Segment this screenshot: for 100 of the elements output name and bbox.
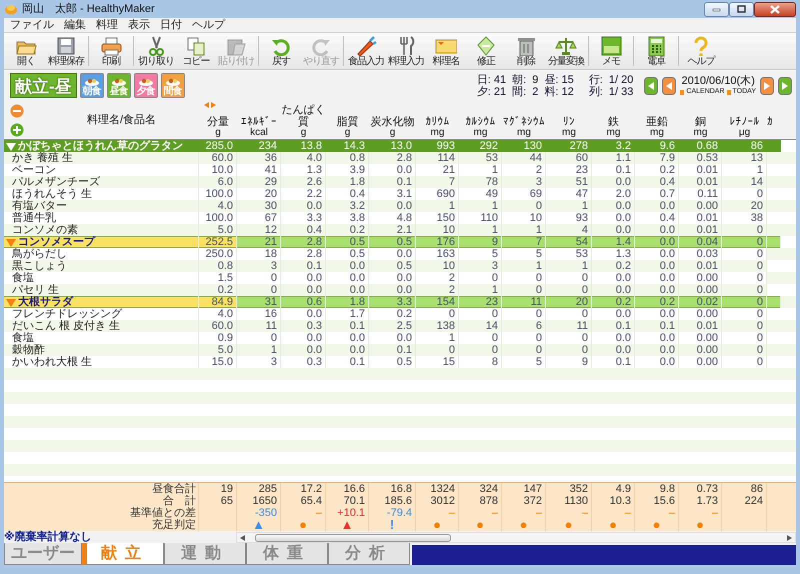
column-header[interactable]: ﾚﾁﾉｰﾙ — [730, 116, 760, 128]
column-header[interactable]: 分量 — [207, 116, 229, 128]
app-icon — [4, 3, 18, 15]
table-cell: 278 — [546, 140, 592, 152]
scroll-left-icon[interactable] — [240, 534, 245, 540]
table-cell: 0 — [722, 260, 767, 272]
table-cell: 3 — [237, 260, 281, 272]
column-header[interactable]: 亜鉛 — [646, 116, 668, 128]
menu-item[interactable]: 日付 — [160, 18, 182, 32]
table-cell[interactable]: 黒こしょう — [4, 260, 199, 272]
table-cell: 0.2 — [635, 296, 679, 308]
toolbar-button[interactable]: 料理入力 — [386, 33, 426, 69]
maximize-button[interactable] — [729, 2, 754, 16]
table-cell: 3 — [459, 260, 502, 272]
summary-label: 基準値との差 — [4, 507, 199, 519]
expand-all-icon[interactable] — [10, 123, 24, 137]
toolbar-button[interactable]: 開く — [6, 33, 46, 69]
column-unit: mg — [650, 128, 664, 138]
toolbar-button[interactable]: 分量変換 — [546, 33, 586, 69]
column-header[interactable]: 鉄 — [608, 116, 619, 128]
toolbar-button[interactable]: 電卓 — [636, 33, 676, 69]
table-cell: 285.0 — [199, 140, 237, 152]
column-header[interactable]: 料理名/食品名 — [86, 114, 156, 126]
menu-item[interactable]: ヘルプ — [192, 18, 225, 32]
table-cell: 13.8 — [281, 140, 326, 152]
menu-item[interactable]: 料理 — [96, 18, 118, 32]
column-header[interactable]: ﾏｸﾞﾈｼｳﾑ — [503, 116, 545, 128]
toolbar-button[interactable]: 修正 — [466, 33, 506, 69]
toolbar-button[interactable]: 削除 — [506, 33, 546, 69]
table-cell: 23 — [459, 296, 502, 308]
previous-month-button[interactable] — [644, 76, 658, 94]
table-cell: 5 — [459, 248, 502, 260]
table-cell: 0.6 — [281, 296, 326, 308]
toolbar-button[interactable]: 切り取り — [136, 33, 176, 69]
table-cell: -79.4 — [369, 507, 416, 519]
table-cell: 0.0 — [281, 272, 326, 284]
table-cell: 1.5 — [199, 272, 237, 284]
menu-item[interactable]: 表示 — [128, 18, 150, 32]
table-cell[interactable]: 食塩 — [4, 272, 199, 284]
table-cell[interactable]: 大根サラダ — [4, 296, 199, 308]
previous-day-button[interactable] — [662, 76, 676, 94]
window-title: 岡山 太郎 - HealthyMaker — [22, 2, 155, 17]
table-cell: 0.03 — [679, 248, 722, 260]
table-cell: 0.2 — [592, 296, 635, 308]
right-arrow-icon — [763, 82, 771, 90]
close-button[interactable] — [754, 2, 796, 16]
toolbar-button[interactable]: コピー — [176, 33, 216, 69]
table-cell: 0.5 — [369, 260, 416, 272]
toolbar-button[interactable]: 料理保存 — [46, 33, 86, 69]
table-cell[interactable]: パセリ 生 — [4, 284, 199, 296]
dish-icon — [164, 77, 181, 86]
table-cell: 0.0 — [326, 272, 369, 284]
table-cell: 86 — [722, 483, 767, 495]
toolbar-button[interactable]: 食品入力 — [346, 33, 386, 69]
floppy-icon — [55, 35, 77, 56]
toolbar-button[interactable]: メモ — [591, 33, 631, 69]
column-header[interactable]: 脂質 — [336, 116, 358, 128]
column-header[interactable]: ｶﾘｳﾑ — [426, 116, 450, 128]
table-cell: 0.0 — [592, 284, 635, 296]
table-cell[interactable]: 鳥がらだし — [4, 248, 199, 260]
table-cell: 10 — [416, 260, 459, 272]
next-month-button[interactable] — [778, 76, 792, 94]
scroll-right-icon[interactable] — [787, 534, 792, 540]
column-header[interactable]: 銅 — [695, 116, 706, 128]
toolbar-button[interactable]: 印刷 — [91, 33, 131, 69]
table-cell: – — [459, 507, 502, 519]
table-cell: – — [281, 507, 326, 519]
column-header[interactable]: ｴﾈﾙｷﾞｰ — [241, 116, 277, 128]
column-header[interactable]: ﾘﾝ — [563, 116, 575, 128]
toolbar-button[interactable]: 料理名 — [426, 33, 466, 69]
column-header[interactable]: ｶ — [767, 116, 773, 128]
table-cell: – — [592, 507, 635, 519]
table-cell: 0.0 — [281, 284, 326, 296]
column-header[interactable]: 炭水化物 — [370, 116, 414, 128]
table-cell: 0.0 — [635, 284, 679, 296]
table-cell: 53 — [546, 248, 592, 260]
column-unit: mg — [474, 128, 488, 138]
table-cell: 0 — [502, 284, 546, 296]
column-header[interactable]: たんぱく質 — [282, 104, 326, 128]
table-cell: 285 — [237, 483, 281, 495]
table-cell: 324 — [459, 483, 502, 495]
collapse-all-icon[interactable] — [10, 104, 24, 118]
table-cell: 0.0 — [592, 272, 635, 284]
menu-item[interactable]: ファイル — [10, 18, 54, 32]
table-cell: 0.0 — [369, 272, 416, 284]
table-cell: 0 — [237, 272, 281, 284]
column-header[interactable]: ｶﾙｼｳﾑ — [466, 116, 496, 128]
cursor-position: 列: 1/ 33 — [588, 86, 634, 98]
toolbar-button[interactable]: 戻す — [261, 33, 301, 69]
collapse-triangle-icon[interactable] — [6, 142, 16, 150]
table-cell: 154 — [416, 296, 459, 308]
table-cell: 0.0 — [369, 248, 416, 260]
dish-name: 大根サラダ — [18, 296, 73, 308]
horizontal-scrollbar[interactable] — [236, 532, 796, 542]
table-cell: 0.5 — [326, 236, 369, 248]
printer-icon — [100, 35, 122, 56]
next-day-button[interactable] — [760, 76, 774, 94]
toolbar-button[interactable]: ヘルプ — [681, 33, 721, 69]
menu-item[interactable]: 編集 — [64, 18, 86, 32]
table-cell: 0.2 — [199, 284, 237, 296]
